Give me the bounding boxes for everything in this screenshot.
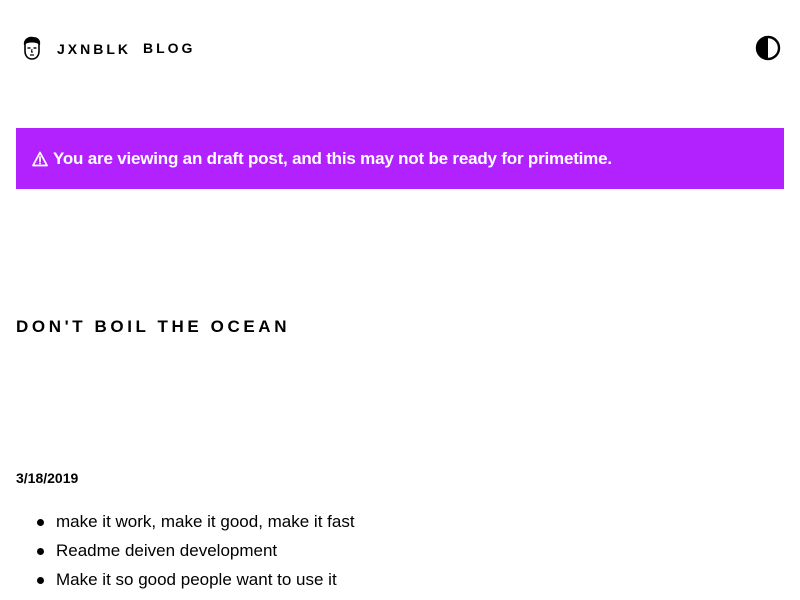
post-bullet-list: make it work, make it good, make it fast…	[16, 507, 355, 594]
warning-triangle-icon	[32, 151, 48, 167]
list-item: make it work, make it good, make it fast	[16, 507, 355, 536]
bullet-dot	[37, 519, 44, 526]
draft-warning-text: You are viewing an draft post, and this …	[53, 148, 612, 168]
bullet-dot	[37, 577, 44, 584]
draft-warning-banner: You are viewing an draft post, and this …	[16, 128, 784, 189]
site-header: JXNBLK BLOG	[0, 0, 800, 96]
theme-toggle-button[interactable]	[755, 35, 781, 61]
list-item-text: Readme deiven development	[56, 541, 278, 560]
bullet-dot	[37, 548, 44, 555]
list-item: Make it so good people want to use it	[16, 565, 355, 594]
list-item-text: make it work, make it good, make it fast	[56, 512, 355, 531]
face-avatar-icon	[21, 36, 43, 61]
post-date: 3/18/2019	[16, 470, 79, 486]
nav-blog-link[interactable]: BLOG	[143, 36, 195, 60]
list-item-text: Make it so good people want to use it	[56, 570, 337, 589]
page: JXNBLK BLOG You are viewing an draft pos…	[0, 0, 800, 600]
brand-name: JXNBLK	[57, 40, 132, 57]
half-circle-contrast-icon	[755, 35, 781, 61]
post-title: DON'T BOIL THE OCEAN	[16, 317, 291, 336]
list-item: Readme deiven development	[16, 536, 355, 565]
brand-home-link[interactable]: JXNBLK	[21, 36, 131, 61]
